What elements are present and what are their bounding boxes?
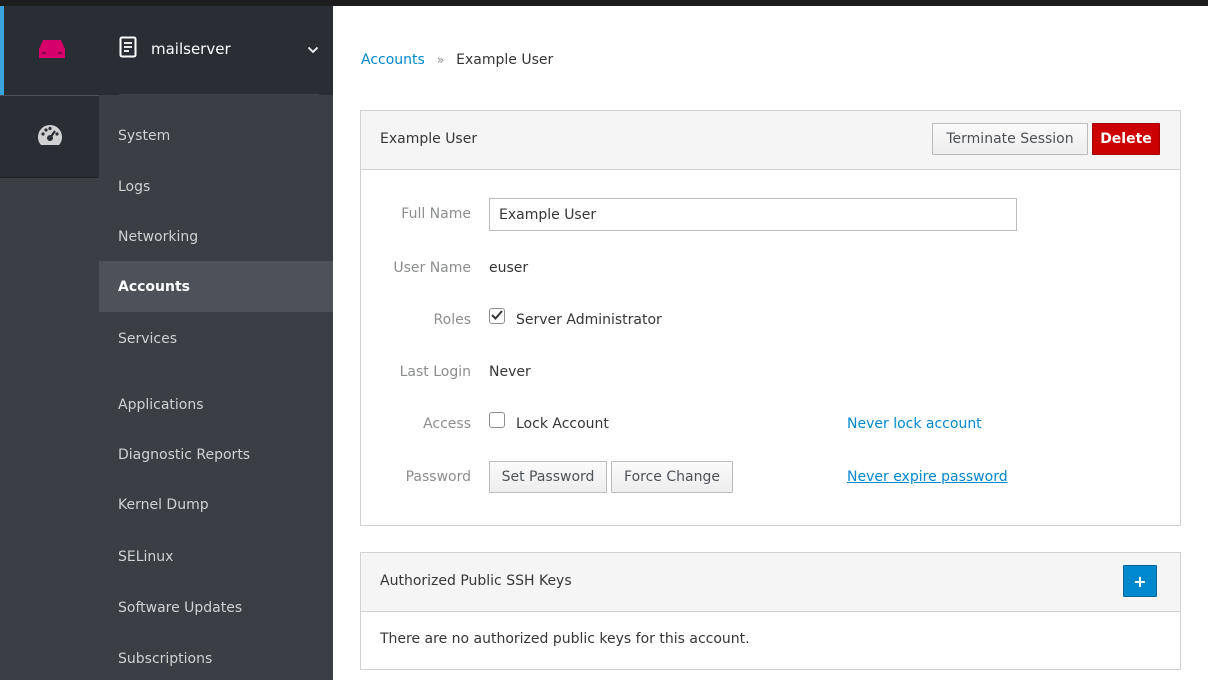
terminate-session-label: Terminate Session [946,131,1074,147]
full-name-label: Full Name [401,206,471,222]
last-login-value: Never [489,364,531,380]
user-name-label: User Name [393,260,471,276]
account-panel: Example User Terminate Session Delete Fu… [360,110,1181,526]
nav-item-label: Applications [118,396,204,413]
nav-item-selinux[interactable]: SELinux [99,531,333,582]
nav-item-label: Software Updates [118,599,243,616]
server-icon [37,38,67,64]
breadcrumb-accounts-link[interactable]: Accounts [361,52,425,68]
nav-item-diagnostic-reports[interactable]: Diagnostic Reports [99,429,333,480]
chevron-down-icon [307,40,319,58]
lock-account-label: Lock Account [516,416,609,432]
delete-button[interactable]: Delete [1092,123,1160,155]
document-icon [119,36,137,62]
nav-item-label: Accounts [118,278,191,295]
lock-account-checkbox[interactable] [489,412,505,428]
nav-sidebar: mailserver System Logs Networking Accoun… [99,6,333,680]
access-label: Access [423,416,471,432]
force-change-label: Force Change [624,469,720,485]
nav-item-label: Kernel Dump [118,496,209,513]
breadcrumb: Accounts » Example User [361,52,553,68]
nav-item-networking[interactable]: Networking [99,211,333,262]
main-content: Accounts » Example User Example User Ter… [333,6,1208,680]
server-administrator-checkbox[interactable] [489,308,505,324]
breadcrumb-separator: » [436,53,445,67]
never-expire-password-link[interactable]: Never expire password [847,469,1008,485]
plus-icon: + [1133,571,1147,591]
password-label: Password [405,469,471,485]
user-name-value: euser [489,260,529,276]
ssh-keys-panel-title: Authorized Public SSH Keys [380,573,572,589]
host-switcher[interactable] [0,6,99,95]
ssh-keys-empty-message: There are no authorized public keys for … [380,631,750,647]
add-ssh-key-button[interactable]: + [1123,565,1157,597]
icon-rail [0,6,99,680]
account-form: Full Name User Name euser Roles Server A… [361,171,1180,526]
dashboard-link[interactable] [0,95,99,178]
nav-item-label: Services [118,330,178,347]
host-selector[interactable]: mailserver [119,31,319,67]
nav-item-subscriptions[interactable]: Subscriptions [99,633,333,680]
set-password-label: Set Password [501,469,595,485]
nav-item-label: Diagnostic Reports [118,446,251,463]
nav-item-system[interactable]: System [99,110,333,161]
terminate-session-button[interactable]: Terminate Session [932,123,1088,155]
host-name: mailserver [151,40,231,58]
ssh-keys-panel-heading: Authorized Public SSH Keys + [361,553,1180,612]
account-panel-heading: Example User Terminate Session Delete [361,111,1180,170]
nav-item-logs[interactable]: Logs [99,161,333,212]
nav-item-services[interactable]: Services [99,313,333,364]
dashboard-icon [36,123,64,151]
never-lock-account-link[interactable]: Never lock account [847,416,982,432]
nav-item-applications[interactable]: Applications [99,379,333,430]
checkmark-icon [491,308,503,324]
host-divider [119,94,319,95]
full-name-input[interactable] [489,198,1017,231]
last-login-label: Last Login [399,364,471,380]
host-header: mailserver [99,6,333,95]
nav-item-label: Networking [118,228,199,245]
nav-item-label: SELinux [118,548,174,565]
account-panel-title: Example User [380,131,478,147]
breadcrumb-current: Example User [456,52,554,68]
nav-item-software-updates[interactable]: Software Updates [99,582,333,633]
nav-item-label: System [118,127,171,144]
nav-item-label: Logs [118,178,151,195]
set-password-button[interactable]: Set Password [489,461,607,493]
nav-item-kernel-dump[interactable]: Kernel Dump [99,479,333,530]
nav-item-label: Subscriptions [118,650,213,667]
force-change-button[interactable]: Force Change [611,461,733,493]
server-administrator-label: Server Administrator [516,312,662,328]
delete-label: Delete [1100,131,1152,147]
nav-item-accounts[interactable]: Accounts [99,261,333,312]
roles-label: Roles [433,312,471,328]
ssh-keys-panel: Authorized Public SSH Keys + There are n… [360,552,1181,670]
